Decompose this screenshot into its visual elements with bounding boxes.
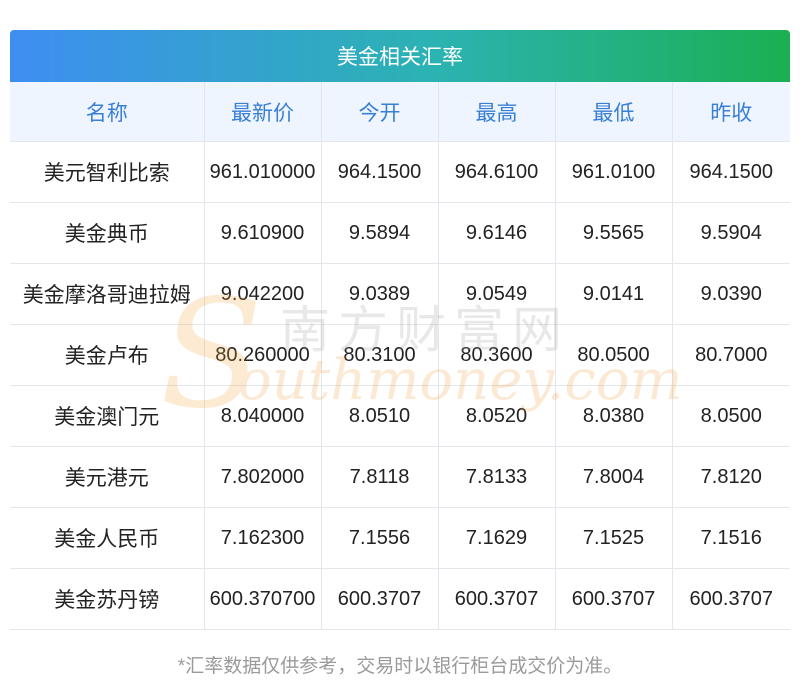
cell-name: 美金苏丹镑 <box>10 568 205 630</box>
cell-open: 7.8118 <box>321 446 439 508</box>
table-row: 美金苏丹镑 600.370700 600.3707 600.3707 600.3707 6… <box>10 568 790 630</box>
cell-open: 9.5894 <box>321 202 439 264</box>
column-header-prev-close: 昨收 <box>672 82 790 142</box>
cell-low: 7.1525 <box>555 507 673 569</box>
cell-latest: 7.162300 <box>204 507 322 569</box>
column-header-latest: 最新价 <box>204 82 322 142</box>
cell-low: 7.8004 <box>555 446 673 508</box>
cell-open: 9.0389 <box>321 263 439 325</box>
cell-low: 961.0100 <box>555 141 673 203</box>
cell-latest: 9.042200 <box>204 263 322 325</box>
cell-name: 美金卢布 <box>10 324 205 386</box>
cell-name: 美元港元 <box>10 446 205 508</box>
table-row: 美元智利比索 961.010000 964.1500 964.6100 961.0100… <box>10 141 790 203</box>
cell-prev-close: 8.0500 <box>672 385 790 447</box>
cell-low: 9.5565 <box>555 202 673 264</box>
cell-latest: 8.040000 <box>204 385 322 447</box>
cell-name: 美金人民币 <box>10 507 205 569</box>
cell-prev-close: 9.0390 <box>672 263 790 325</box>
cell-prev-close: 600.3707 <box>672 568 790 630</box>
cell-name: 美金摩洛哥迪拉姆 <box>10 263 205 325</box>
table-row: 美金典币 9.610900 9.5894 9.6146 9.5565 9.5904 <box>10 202 790 264</box>
column-header-high: 最高 <box>438 82 556 142</box>
cell-low: 9.0141 <box>555 263 673 325</box>
cell-low: 80.0500 <box>555 324 673 386</box>
cell-prev-close: 7.1516 <box>672 507 790 569</box>
table-body: 美元智利比索 961.010000 964.1500 964.6100 961.0100… <box>10 141 790 630</box>
table-row: 美金卢布 80.260000 80.3100 80.3600 80.0500 80.700… <box>10 324 790 386</box>
cell-name: 美金典币 <box>10 202 205 264</box>
cell-high: 7.8133 <box>438 446 556 508</box>
cell-open: 80.3100 <box>321 324 439 386</box>
cell-prev-close: 964.1500 <box>672 141 790 203</box>
cell-high: 600.3707 <box>438 568 556 630</box>
table-row: 美金人民币 7.162300 7.1556 7.1629 7.1525 7.1516 <box>10 507 790 569</box>
footnote: *汇率数据仅供参考，交易时以银行柜台成交价为准。 <box>177 656 623 677</box>
cell-latest: 7.802000 <box>204 446 322 508</box>
cell-prev-close: 7.8120 <box>672 446 790 508</box>
cell-low: 8.0380 <box>555 385 673 447</box>
cell-low: 600.3707 <box>555 568 673 630</box>
cell-name: 美元智利比索 <box>10 141 205 203</box>
cell-open: 7.1556 <box>321 507 439 569</box>
cell-latest: 80.260000 <box>204 324 322 386</box>
cell-open: 8.0510 <box>321 385 439 447</box>
cell-high: 7.1629 <box>438 507 556 569</box>
column-header-name: 名称 <box>10 82 205 142</box>
cell-name: 美金澳门元 <box>10 385 205 447</box>
cell-latest: 961.010000 <box>204 141 322 203</box>
cell-prev-close: 80.7000 <box>672 324 790 386</box>
cell-high: 964.6100 <box>438 141 556 203</box>
table-title: 美金相关汇率 <box>10 30 790 82</box>
cell-high: 9.6146 <box>438 202 556 264</box>
exchange-rate-card: 美金相关汇率 名称 最新价 今开 最高 最低 昨收 美元智利比索 961.0100… <box>10 30 790 630</box>
cell-high: 80.3600 <box>438 324 556 386</box>
cell-open: 600.3707 <box>321 568 439 630</box>
column-header-low: 最低 <box>555 82 673 142</box>
exchange-rate-table: 名称 最新价 今开 最高 最低 昨收 美元智利比索 961.010000 964.1… <box>10 82 790 630</box>
table-header: 名称 最新价 今开 最高 最低 昨收 <box>10 82 790 142</box>
column-header-open: 今开 <box>321 82 439 142</box>
cell-prev-close: 9.5904 <box>672 202 790 264</box>
cell-latest: 600.370700 <box>204 568 322 630</box>
cell-high: 8.0520 <box>438 385 556 447</box>
cell-open: 964.1500 <box>321 141 439 203</box>
table-row: 美金摩洛哥迪拉姆 9.042200 9.0389 9.0549 9.0141 9.0390 <box>10 263 790 325</box>
cell-latest: 9.610900 <box>204 202 322 264</box>
cell-high: 9.0549 <box>438 263 556 325</box>
table-row: 美金澳门元 8.040000 8.0510 8.0520 8.0380 8.0500 <box>10 385 790 447</box>
table-row: 美元港元 7.802000 7.8118 7.8133 7.8004 7.8120 <box>10 446 790 508</box>
header-row: 名称 最新价 今开 最高 最低 昨收 <box>10 82 790 142</box>
